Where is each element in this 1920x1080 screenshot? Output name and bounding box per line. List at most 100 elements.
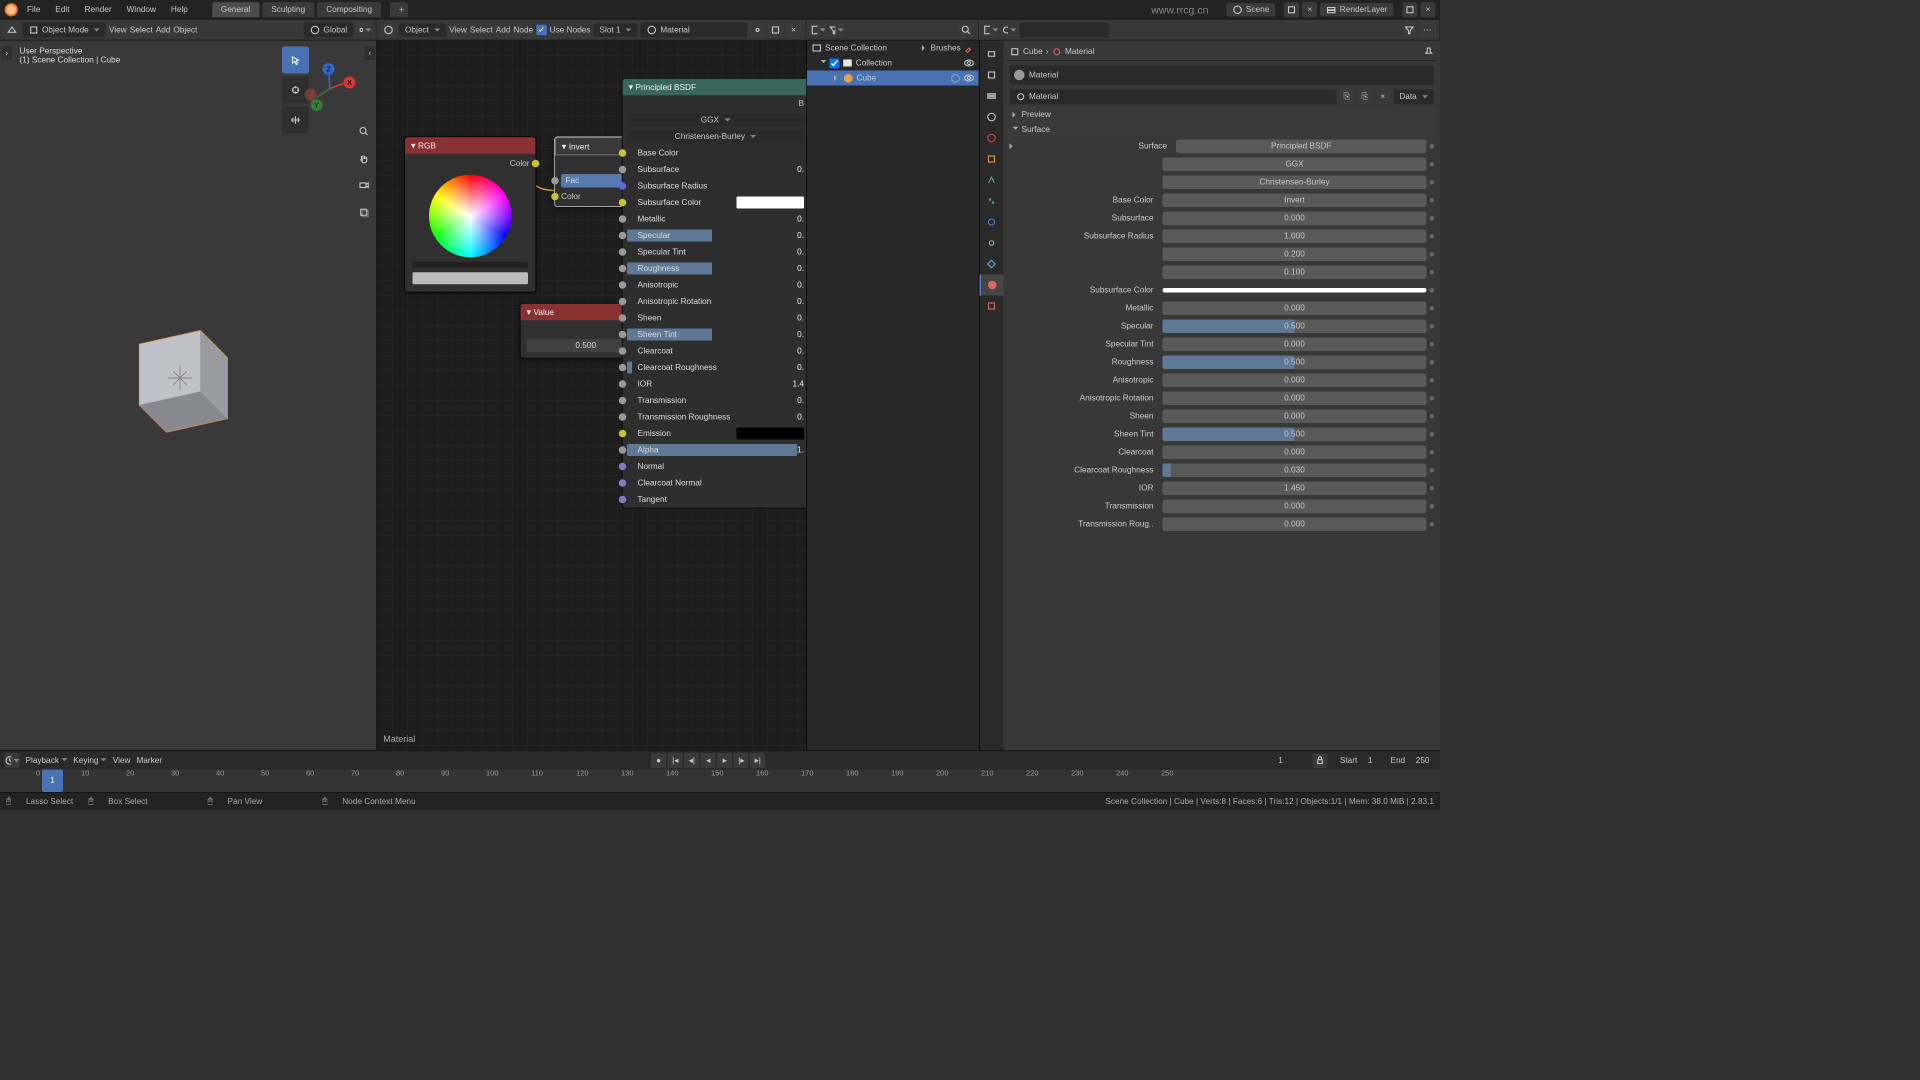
node-rgb[interactable]: ▾ RGB Color — [404, 137, 536, 293]
keyframe-next-button[interactable]: |▸ — [734, 753, 749, 768]
principled-input-2[interactable]: Subsurface Radius — [623, 178, 807, 195]
collection-enable-checkbox[interactable] — [830, 58, 840, 68]
prop-field[interactable]: 0.000 — [1163, 374, 1427, 388]
principled-input-18[interactable]: Alpha1. — [623, 442, 807, 459]
shader-type-dropdown[interactable]: Object — [399, 23, 446, 37]
eye-icon[interactable] — [964, 73, 975, 84]
principled-input-1[interactable]: Subsurface0. — [623, 161, 807, 178]
play-button[interactable]: ▸ — [717, 753, 732, 768]
add-workspace-button[interactable]: + — [390, 2, 408, 17]
shader-node-editor[interactable]: Material ▾ RGB Color — [377, 41, 807, 751]
color-swatch[interactable] — [737, 428, 805, 440]
editor-type-3dview[interactable] — [5, 22, 20, 37]
menu-window[interactable]: Window — [121, 2, 162, 17]
material-selector[interactable]: Material — [641, 22, 747, 37]
prop-field[interactable]: 0.500 — [1163, 428, 1427, 442]
ortho-toggle-icon[interactable] — [356, 204, 373, 221]
principled-input-9[interactable]: Anisotropic Rotation0. — [623, 293, 807, 310]
zoom-icon[interactable] — [356, 123, 373, 140]
input-socket[interactable] — [619, 413, 627, 421]
tab-compositing[interactable]: Compositing — [317, 2, 381, 17]
principled-input-19[interactable]: Normal — [623, 458, 807, 475]
principled-input-12[interactable]: Clearcoat0. — [623, 343, 807, 360]
principled-input-16[interactable]: Transmission Roughness0. — [623, 409, 807, 426]
anim-dot[interactable] — [1430, 216, 1435, 221]
search-input[interactable] — [1019, 22, 1109, 37]
mat-unlink[interactable]: × — [1375, 89, 1390, 104]
prop-field[interactable]: 0.000 — [1163, 302, 1427, 316]
mat-new[interactable]: ⎘ — [1339, 89, 1354, 104]
editor-type-shader[interactable] — [381, 22, 396, 37]
prop-field[interactable]: Invert — [1163, 194, 1427, 208]
material-browse[interactable]: Material — [1010, 89, 1337, 104]
scene-new-button[interactable] — [1284, 2, 1299, 17]
nav-gizmo[interactable]: X Y Z — [303, 62, 357, 116]
distribution-dropdown[interactable]: GGX — [627, 113, 804, 127]
anim-dot[interactable] — [1430, 414, 1435, 419]
input-socket[interactable] — [619, 182, 627, 190]
principled-header[interactable]: ▾ Principled BSDF — [623, 79, 807, 96]
tab-scene[interactable] — [980, 107, 1004, 128]
principled-input-17[interactable]: Emission — [623, 425, 807, 442]
color-wheel[interactable] — [429, 175, 512, 258]
anim-dot[interactable] — [1430, 306, 1435, 311]
playhead[interactable]: 1 — [42, 770, 63, 793]
view3d-menu-view[interactable]: View — [109, 25, 127, 34]
play-reverse-button[interactable]: ◂ — [701, 753, 716, 768]
tab-texture[interactable] — [980, 296, 1004, 317]
menu-file[interactable]: File — [21, 2, 46, 17]
blender-logo-icon[interactable] — [5, 3, 19, 17]
node-principled-bsdf[interactable]: ▾ Principled BSDF B GGX Christensen-Burl… — [622, 78, 807, 509]
prop-field[interactable]: 0.100 — [1163, 266, 1427, 280]
anim-dot[interactable] — [1430, 234, 1435, 239]
input-socket[interactable] — [619, 364, 627, 372]
value-bar[interactable] — [413, 262, 529, 268]
input-socket[interactable] — [619, 463, 627, 471]
prop-field[interactable]: 0.500 — [1163, 356, 1427, 370]
tab-particles[interactable] — [980, 191, 1004, 212]
jump-end-button[interactable]: ▸| — [750, 753, 765, 768]
node-menu-node[interactable]: Node — [513, 25, 533, 34]
prop-field[interactable]: 0.000 — [1163, 446, 1427, 460]
pin-button[interactable] — [750, 22, 765, 37]
timeline-view[interactable]: View — [113, 756, 131, 765]
tab-general[interactable]: General — [212, 2, 259, 17]
mat-unlink-button[interactable]: × — [786, 22, 801, 37]
prop-field[interactable]: 1.450 — [1163, 482, 1427, 496]
cube-mesh[interactable] — [113, 311, 248, 446]
color-swatch[interactable] — [413, 272, 529, 284]
anim-dot[interactable] — [1430, 360, 1435, 365]
invert-in-color-socket[interactable] — [551, 193, 559, 201]
prop-field[interactable] — [1163, 288, 1427, 293]
view3d-menu-add[interactable]: Add — [156, 25, 171, 34]
anim-dot[interactable] — [1430, 522, 1435, 527]
link-dropdown[interactable]: Data — [1393, 89, 1434, 104]
input-socket[interactable] — [619, 232, 627, 240]
start-frame[interactable]: Start 1 — [1334, 753, 1379, 767]
prop-field[interactable]: 0.000 — [1163, 392, 1427, 406]
tab-modifiers[interactable] — [980, 170, 1004, 191]
input-socket[interactable] — [619, 199, 627, 207]
principled-input-11[interactable]: Sheen Tint0. — [623, 326, 807, 343]
anim-dot[interactable] — [1430, 270, 1435, 275]
camera-view-icon[interactable] — [356, 177, 373, 194]
mat-copy[interactable]: ⎘ — [1357, 89, 1372, 104]
scene-delete-button[interactable]: × — [1302, 2, 1317, 17]
input-socket[interactable] — [619, 496, 627, 504]
tab-object[interactable] — [980, 149, 1004, 170]
input-socket[interactable] — [619, 166, 627, 174]
props-display-mode[interactable] — [983, 22, 998, 37]
rgb-out-color-socket[interactable] — [532, 160, 540, 168]
prop-field[interactable]: 0.000 — [1163, 212, 1427, 226]
timeline-keying[interactable]: Keying — [73, 756, 106, 765]
scene-selector[interactable]: Scene — [1226, 3, 1275, 17]
3d-viewport[interactable]: › ‹ User Perspective (1) Scene Collectio… — [0, 41, 377, 751]
anim-dot[interactable] — [1430, 198, 1435, 203]
transform-orientation[interactable]: Global — [304, 22, 353, 37]
outliner-scene-collection[interactable]: Scene Collection Brushes — [807, 41, 979, 56]
tab-output[interactable] — [980, 65, 1004, 86]
pin-icon[interactable] — [1424, 47, 1435, 58]
distribution-field[interactable]: GGX — [1163, 158, 1427, 172]
principled-input-20[interactable]: Clearcoat Normal — [623, 475, 807, 492]
input-socket[interactable] — [619, 149, 627, 157]
